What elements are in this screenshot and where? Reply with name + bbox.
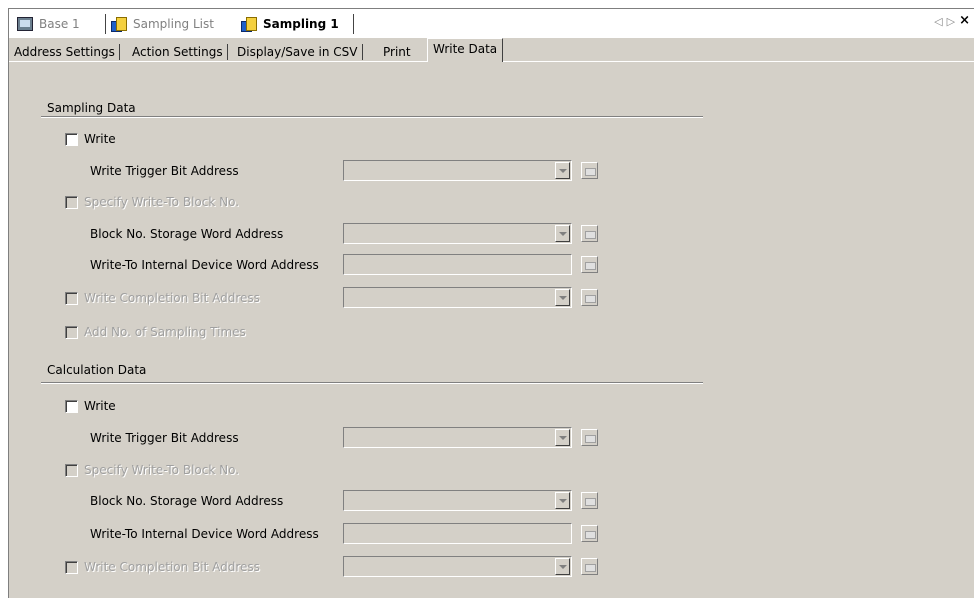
checkbox-box[interactable] xyxy=(65,325,78,339)
sampling-trigger-combo[interactable] xyxy=(343,160,572,181)
tab-separator xyxy=(105,14,106,34)
keypad-input-button[interactable] xyxy=(581,256,598,273)
checkbox-box[interactable] xyxy=(65,291,78,305)
chevron-down-icon[interactable] xyxy=(555,289,570,306)
calculation-block-storage-combo[interactable] xyxy=(343,490,572,511)
sampling-internal-device-label: Write-To Internal Device Word Address xyxy=(90,258,319,272)
chevron-down-icon[interactable] xyxy=(555,558,570,575)
sampling-trigger-label: Write Trigger Bit Address xyxy=(90,164,239,178)
scroll-right-icon[interactable]: ▷ xyxy=(947,15,955,28)
tab-action-settings[interactable]: Action Settings xyxy=(127,41,228,62)
sampling-write-checkbox[interactable]: Write xyxy=(65,132,116,146)
close-icon[interactable]: × xyxy=(959,13,970,28)
section-divider xyxy=(41,116,703,118)
doc-tab-sampling-list[interactable]: Sampling List xyxy=(111,12,214,36)
calculation-internal-device-field[interactable] xyxy=(343,523,572,544)
editor-frame: Base 1 Sampling List Sampling 1 ◁ ▷ × Ad… xyxy=(8,8,974,598)
sampling-add-times-checkbox[interactable]: Add No. of Sampling Times xyxy=(65,325,246,339)
tab-separator xyxy=(353,14,354,34)
tab-display-save-csv[interactable]: Display/Save in CSV xyxy=(232,41,363,62)
checkbox-box[interactable] xyxy=(65,132,78,146)
sampling-block-storage-label: Block No. Storage Word Address xyxy=(90,227,284,241)
calculation-write-checkbox[interactable]: Write xyxy=(65,399,116,413)
tab-navigation: ◁ ▷ × xyxy=(934,13,970,28)
keypad-input-button[interactable] xyxy=(581,525,598,542)
keypad-input-button[interactable] xyxy=(581,162,598,179)
checkbox-box[interactable] xyxy=(65,560,78,574)
keypad-input-button[interactable] xyxy=(581,289,598,306)
section-divider xyxy=(41,382,703,384)
calculation-block-storage-label: Block No. Storage Word Address xyxy=(90,494,284,508)
keypad-input-button[interactable] xyxy=(581,492,598,509)
chevron-down-icon[interactable] xyxy=(555,225,570,242)
doc-tab-sampling-1[interactable]: Sampling 1 xyxy=(241,12,339,36)
document-tab-bar: Base 1 Sampling List Sampling 1 ◁ ▷ × xyxy=(9,9,974,38)
checkbox-box[interactable] xyxy=(65,399,78,413)
doc-tab-base-1[interactable]: Base 1 xyxy=(17,12,80,36)
sampling-internal-device-field[interactable] xyxy=(343,254,572,275)
chevron-down-icon[interactable] xyxy=(555,429,570,446)
calculation-data-heading: Calculation Data xyxy=(47,363,147,377)
calculation-completion-combo[interactable] xyxy=(343,556,572,577)
tab-print[interactable]: Print xyxy=(378,41,416,62)
calculation-trigger-label: Write Trigger Bit Address xyxy=(90,431,239,445)
sampling-icon xyxy=(241,17,257,32)
calculation-completion-checkbox[interactable]: Write Completion Bit Address xyxy=(65,560,260,574)
checkbox-box[interactable] xyxy=(65,195,78,209)
sampling-specify-block-checkbox[interactable]: Specify Write-To Block No. xyxy=(65,195,239,209)
calculation-trigger-combo[interactable] xyxy=(343,427,572,448)
base-screen-icon xyxy=(17,17,33,31)
settings-tab-bar: Address Settings Action Settings Display… xyxy=(9,38,974,62)
keypad-input-button[interactable] xyxy=(581,558,598,575)
keypad-input-button[interactable] xyxy=(581,225,598,242)
tab-write-data[interactable]: Write Data xyxy=(427,38,504,62)
checkbox-box[interactable] xyxy=(65,463,78,477)
tab-address-settings[interactable]: Address Settings xyxy=(9,41,120,62)
sampling-block-storage-combo[interactable] xyxy=(343,223,572,244)
sampling-icon xyxy=(111,17,127,32)
calculation-internal-device-label: Write-To Internal Device Word Address xyxy=(90,527,319,541)
chevron-down-icon[interactable] xyxy=(555,162,570,179)
sampling-completion-combo[interactable] xyxy=(343,287,572,308)
chevron-down-icon[interactable] xyxy=(555,492,570,509)
scroll-left-icon[interactable]: ◁ xyxy=(934,15,942,28)
sampling-data-heading: Sampling Data xyxy=(47,101,136,115)
keypad-input-button[interactable] xyxy=(581,429,598,446)
sampling-completion-checkbox[interactable]: Write Completion Bit Address xyxy=(65,291,260,305)
calculation-specify-block-checkbox[interactable]: Specify Write-To Block No. xyxy=(65,463,239,477)
